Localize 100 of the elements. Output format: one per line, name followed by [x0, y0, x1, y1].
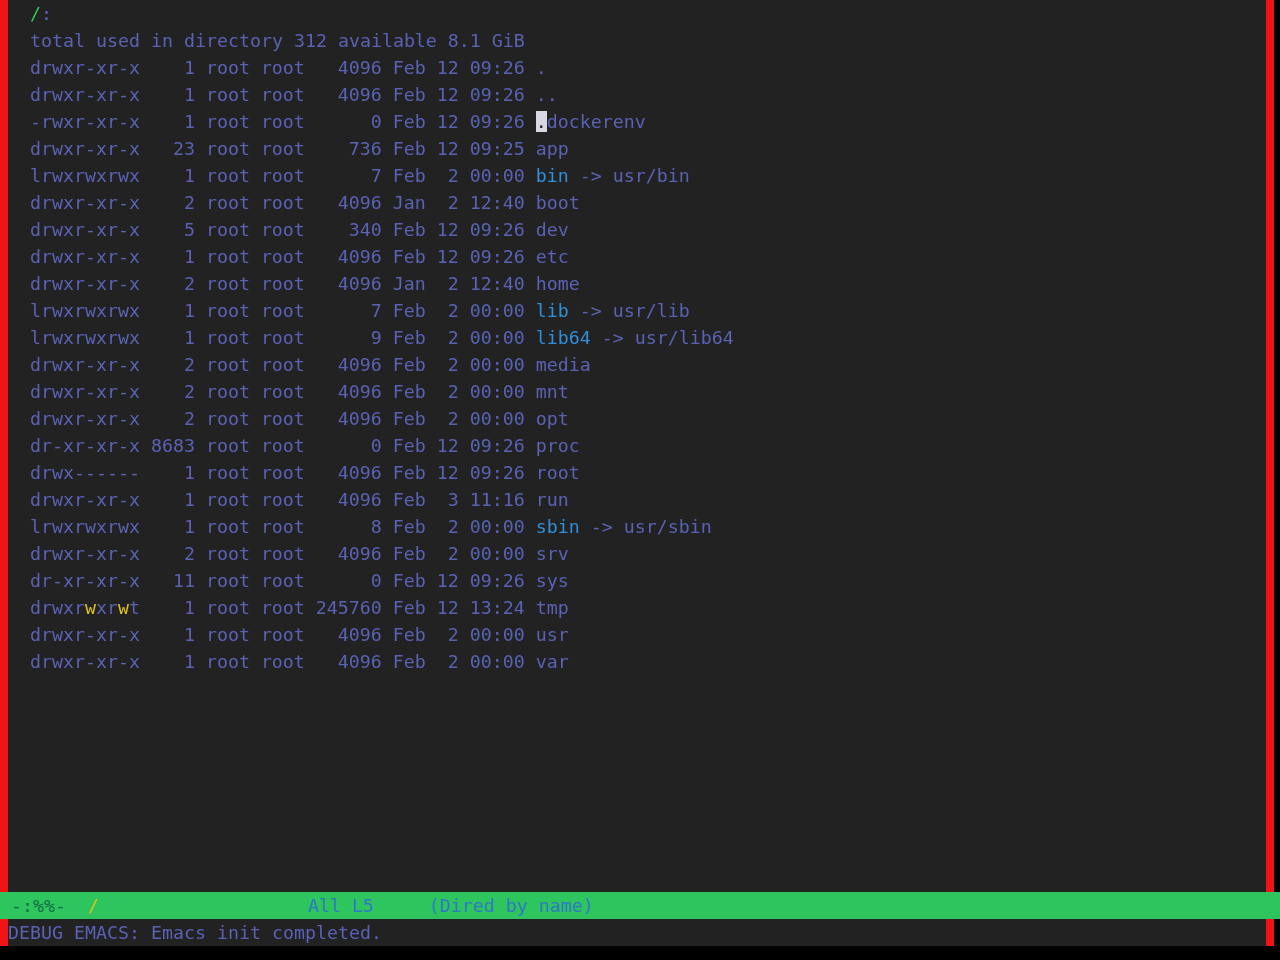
- link-count: 1: [183, 327, 195, 348]
- file-name[interactable]: opt: [535, 408, 569, 429]
- date-day: 12: [436, 246, 459, 267]
- permissions-text: drwxr-xr-x: [30, 57, 140, 78]
- group-name: root: [260, 246, 305, 267]
- date-month: Feb: [392, 219, 426, 240]
- link-arrow: ->: [590, 516, 613, 537]
- link-count: 2: [183, 543, 195, 564]
- permissions-text: drwxr-xr-x: [30, 624, 140, 645]
- date-month: Feb: [392, 381, 426, 402]
- file-name[interactable]: proc: [535, 435, 580, 456]
- modified-time: 13:24: [469, 597, 525, 618]
- date-day: 2: [447, 354, 459, 375]
- date-month: Feb: [392, 462, 426, 483]
- link-count: 2: [183, 273, 195, 294]
- file-name[interactable]: etc: [535, 246, 569, 267]
- file-name[interactable]: .: [535, 57, 547, 78]
- file-name[interactable]: bin: [535, 165, 569, 186]
- permissions-text: drwxr-xr-x: [30, 381, 140, 402]
- date-day: 12: [436, 435, 459, 456]
- date-month: Feb: [392, 408, 426, 429]
- owner-name: root: [205, 354, 250, 375]
- date-day: 2: [447, 273, 459, 294]
- date-day: 2: [447, 624, 459, 645]
- file-name[interactable]: lib64: [535, 327, 591, 348]
- file-name[interactable]: srv: [535, 543, 569, 564]
- date-day: 2: [447, 408, 459, 429]
- file-name[interactable]: home: [535, 273, 580, 294]
- file-name[interactable]: tmp: [535, 597, 569, 618]
- file-name[interactable]: ..: [535, 84, 558, 105]
- owner-name: root: [205, 165, 250, 186]
- file-name[interactable]: root: [535, 462, 580, 483]
- mode-line-status: -:%%-: [11, 894, 66, 918]
- file-name[interactable]: sbin: [535, 516, 580, 537]
- link-count: 5: [183, 219, 195, 240]
- date-month: Feb: [392, 651, 426, 672]
- owner-name: root: [205, 408, 250, 429]
- link-count: 1: [183, 57, 195, 78]
- file-name[interactable]: var: [535, 651, 569, 672]
- group-name: root: [260, 192, 305, 213]
- group-name: root: [260, 354, 305, 375]
- group-name: root: [260, 543, 305, 564]
- date-day: 12: [436, 57, 459, 78]
- permissions-text: lrwxrwxrwx: [30, 165, 140, 186]
- link-count: 2: [183, 192, 195, 213]
- link-count: 8683: [150, 435, 195, 456]
- file-size: 736: [348, 138, 382, 159]
- file-size: 0: [370, 111, 382, 132]
- date-day: 2: [447, 516, 459, 537]
- date-day: 2: [447, 543, 459, 564]
- modified-time: 09:26: [469, 84, 525, 105]
- file-size: 9: [370, 327, 382, 348]
- date-day: 12: [436, 597, 459, 618]
- file-size: 8: [370, 516, 382, 537]
- date-day: 12: [436, 138, 459, 159]
- owner-name: root: [205, 300, 250, 321]
- modified-time: 00:00: [469, 408, 525, 429]
- group-name: root: [260, 408, 305, 429]
- file-name[interactable]: media: [535, 354, 591, 375]
- link-target: usr/lib: [612, 300, 690, 321]
- file-name[interactable]: dev: [535, 219, 569, 240]
- link-count: 2: [183, 381, 195, 402]
- date-month: Feb: [392, 84, 426, 105]
- file-size: 4096: [337, 246, 382, 267]
- date-day: 12: [436, 111, 459, 132]
- file-name[interactable]: sys: [535, 570, 569, 591]
- date-day: 3: [447, 489, 459, 510]
- file-size: 0: [370, 435, 382, 456]
- file-size: 245760: [315, 597, 382, 618]
- directory-header: /:: [30, 2, 52, 26]
- file-name[interactable]: run: [535, 489, 569, 510]
- file-name[interactable]: .dockerenv: [535, 111, 646, 132]
- file-size: 4096: [337, 354, 382, 375]
- modified-time: 09:26: [469, 246, 525, 267]
- file-name[interactable]: boot: [535, 192, 580, 213]
- link-count: 1: [183, 462, 195, 483]
- owner-name: root: [205, 381, 250, 402]
- file-name[interactable]: usr: [535, 624, 569, 645]
- file-size: 340: [348, 219, 382, 240]
- group-name: root: [260, 624, 305, 645]
- file-name[interactable]: mnt: [535, 381, 569, 402]
- date-month: Feb: [392, 489, 426, 510]
- permissions-text: dr-xr-xr-x: [30, 435, 140, 456]
- link-count: 1: [183, 111, 195, 132]
- owner-name: root: [205, 462, 250, 483]
- modified-time: 09:26: [469, 219, 525, 240]
- permissions-text: drwxr-xr-x: [30, 84, 140, 105]
- link-count: 2: [183, 408, 195, 429]
- file-name[interactable]: app: [535, 138, 569, 159]
- group-name: root: [260, 327, 305, 348]
- link-count: 23: [172, 138, 195, 159]
- date-month: Feb: [392, 111, 426, 132]
- owner-name: root: [205, 84, 250, 105]
- file-size: 4096: [337, 462, 382, 483]
- group-name: root: [260, 435, 305, 456]
- group-name: root: [260, 570, 305, 591]
- file-name[interactable]: lib: [535, 300, 569, 321]
- group-name: root: [260, 84, 305, 105]
- file-size: 7: [370, 300, 382, 321]
- modified-time: 00:00: [469, 516, 525, 537]
